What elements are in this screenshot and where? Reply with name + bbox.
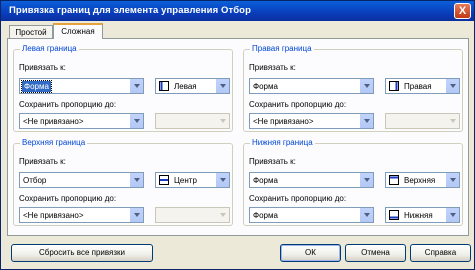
tab-simple-label: Простой [15, 28, 47, 37]
top-bind-select[interactable]: Отбор [19, 172, 144, 188]
bottom-keep-label: Сохранить пропорцию до: [249, 194, 347, 203]
left-keep-side-select [155, 113, 230, 129]
align-left-icon [159, 81, 169, 91]
bottom-bind-label: Привязать к: [249, 157, 296, 166]
bottom-side-select[interactable]: Верхняя [385, 172, 460, 188]
chevron-down-icon[interactable] [359, 114, 373, 128]
bottom-bind-select[interactable]: Форма [249, 172, 374, 188]
group-left-boundary: Левая граница Привязать к: Форма Левая С… [13, 44, 233, 132]
right-keep-select[interactable]: <Не привязано> [249, 113, 374, 129]
right-bind-value: Форма [253, 82, 278, 91]
chevron-down-icon[interactable] [445, 208, 459, 222]
tab-panel: Левая граница Привязать к: Форма Левая С… [7, 38, 469, 236]
align-bottom-icon [389, 210, 399, 220]
right-keep-value: <Не привязано> [253, 117, 314, 126]
bottom-keep-value: Форма [253, 211, 278, 220]
chevron-down-icon [445, 114, 459, 128]
right-keep-side-select [385, 113, 460, 129]
top-keep-label: Сохранить пропорцию до: [19, 194, 117, 203]
top-bind-value: Отбор [23, 176, 47, 185]
top-side-value: Центр [174, 176, 197, 185]
chevron-down-icon[interactable] [129, 208, 143, 222]
left-side-select[interactable]: Левая [155, 78, 230, 94]
reset-bindings-button[interactable]: Сбросить все привязки [11, 244, 153, 262]
chevron-down-icon [215, 208, 229, 222]
chevron-down-icon[interactable] [215, 173, 229, 187]
group-bottom-boundary: Нижняя граница Привязать к: Форма Верхня… [243, 138, 463, 226]
group-top-title: Верхняя граница [20, 138, 88, 148]
chevron-down-icon[interactable] [129, 114, 143, 128]
bottom-keep-select[interactable]: Форма [249, 207, 374, 223]
top-bind-label: Привязать к: [19, 157, 66, 166]
chevron-down-icon[interactable] [359, 173, 373, 187]
right-bind-select[interactable]: Форма [249, 78, 374, 94]
top-keep-side-select [155, 207, 230, 223]
chevron-down-icon[interactable] [359, 208, 373, 222]
chevron-down-icon[interactable] [359, 79, 373, 93]
right-side-value: Правая [404, 82, 432, 91]
group-right-title: Правая граница [250, 44, 314, 54]
chevron-down-icon[interactable] [445, 173, 459, 187]
chevron-down-icon[interactable] [129, 173, 143, 187]
bottom-keep-side-select[interactable]: Нижняя [385, 207, 460, 223]
right-side-select[interactable]: Правая [385, 78, 460, 94]
bottom-keep-side-value: Нижняя [404, 211, 433, 220]
chevron-down-icon[interactable] [445, 79, 459, 93]
align-center-icon [159, 175, 169, 185]
right-bind-label: Привязать к: [249, 63, 296, 72]
group-right-boundary: Правая граница Привязать к: Форма Правая… [243, 44, 463, 132]
left-bind-label: Привязать к: [19, 63, 66, 72]
group-top-boundary: Верхняя граница Привязать к: Отбор Центр… [13, 138, 233, 226]
ok-button[interactable]: ОК [280, 244, 341, 262]
left-bind-value: Форма [21, 80, 52, 93]
align-right-icon [389, 81, 399, 91]
group-left-title: Левая граница [20, 44, 79, 54]
left-keep-label: Сохранить пропорцию до: [19, 100, 117, 109]
group-bottom-title: Нижняя граница [250, 138, 315, 148]
top-side-select[interactable]: Центр [155, 172, 230, 188]
dialog-window: Привязка границ для элемента управления … [0, 0, 475, 270]
align-top-icon [389, 175, 399, 185]
cancel-button[interactable]: Отмена [345, 244, 406, 262]
left-keep-value: <Не привязано> [23, 117, 84, 126]
window-title: Привязка границ для элемента управления … [9, 5, 251, 16]
bottom-side-value: Верхняя [404, 176, 436, 185]
close-button[interactable]: X [454, 3, 471, 19]
left-bind-select[interactable]: Форма [19, 78, 144, 94]
top-keep-select[interactable]: <Не привязано> [19, 207, 144, 223]
chevron-down-icon[interactable] [215, 79, 229, 93]
tab-complex[interactable]: Сложная [53, 23, 103, 39]
left-keep-select[interactable]: <Не привязано> [19, 113, 144, 129]
left-side-value: Левая [174, 82, 197, 91]
chevron-down-icon [215, 114, 229, 128]
chevron-down-icon[interactable] [129, 79, 143, 93]
title-bar[interactable]: Привязка границ для элемента управления … [1, 1, 474, 21]
tab-complex-label: Сложная [61, 27, 95, 36]
top-keep-value: <Не привязано> [23, 211, 84, 220]
help-button[interactable]: Справка [410, 244, 471, 262]
bottom-bind-value: Форма [253, 176, 278, 185]
right-keep-label: Сохранить пропорцию до: [249, 100, 347, 109]
